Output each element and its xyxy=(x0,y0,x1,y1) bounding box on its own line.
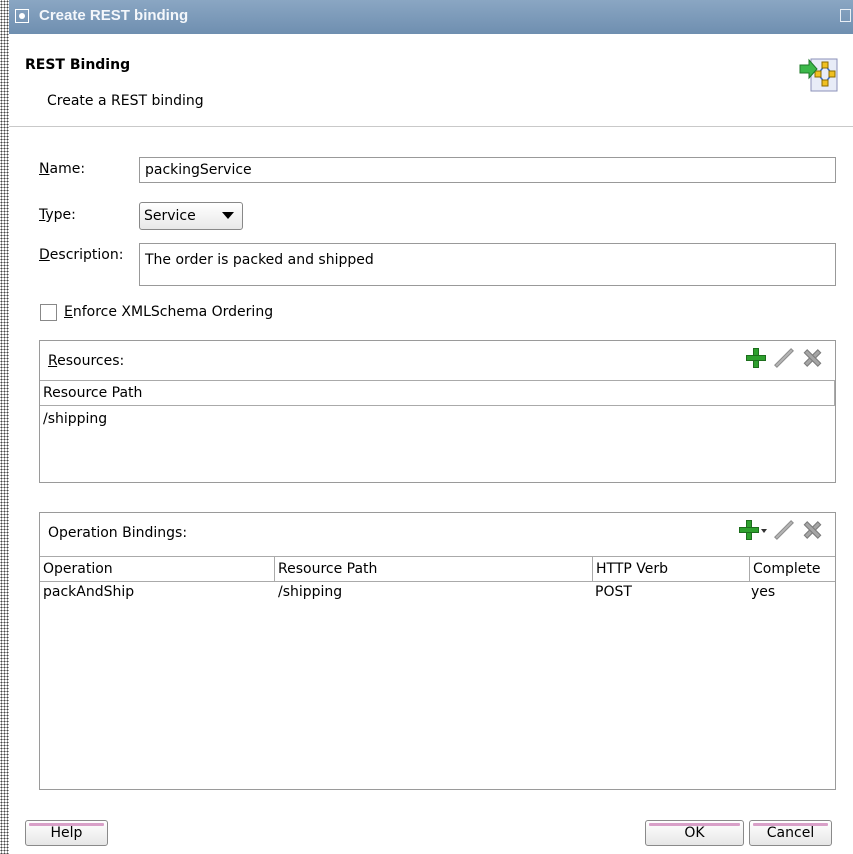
add-dropdown-arrow-icon[interactable] xyxy=(761,519,767,541)
cancel-button-label: Cancel xyxy=(766,825,815,841)
chevron-down-icon xyxy=(222,212,234,219)
add-resource-icon[interactable] xyxy=(745,347,767,369)
operation-table-header: Operation Resource Path HTTP Verb Comple… xyxy=(40,556,835,582)
enforce-xmlschema-label[interactable]: Enforce XMLSchema Ordering xyxy=(64,304,273,320)
delete-resource-icon[interactable] xyxy=(801,347,823,369)
table-cell[interactable]: /shipping xyxy=(43,411,107,427)
name-label: Name: xyxy=(39,161,86,177)
help-button[interactable]: Help xyxy=(25,820,108,846)
column-http-verb[interactable]: HTTP Verb xyxy=(593,557,750,581)
column-complete[interactable]: Complete xyxy=(750,557,835,581)
maximize-icon[interactable] xyxy=(840,9,851,22)
type-dropdown-value: Service xyxy=(144,208,196,224)
button-accent xyxy=(753,823,828,826)
column-operation[interactable]: Operation xyxy=(40,557,275,581)
window-title: Create REST binding xyxy=(39,7,189,24)
button-accent xyxy=(649,823,740,826)
table-cell: /shipping xyxy=(278,584,343,600)
table-cell: yes xyxy=(751,584,776,600)
header-title: REST Binding xyxy=(25,57,131,73)
enforce-xmlschema-checkbox[interactable] xyxy=(40,304,57,321)
operation-bindings-panel: Operation Bindings: Operation Resource P… xyxy=(39,512,836,790)
window-menu-icon[interactable] xyxy=(15,9,29,23)
dialog-left-edge xyxy=(0,0,9,854)
help-button-label: Help xyxy=(50,825,83,841)
button-accent xyxy=(29,823,104,826)
table-cell: packAndShip xyxy=(43,584,135,600)
column-resource-path[interactable]: Resource Path xyxy=(275,557,593,581)
name-field[interactable]: packingService xyxy=(139,157,836,183)
type-label: Type: xyxy=(39,207,76,223)
wizard-rest-icon xyxy=(799,58,838,92)
type-dropdown[interactable]: Service xyxy=(139,202,243,230)
dialog-header: REST Binding Create a REST binding xyxy=(9,34,853,127)
resources-label: Resources: xyxy=(48,353,125,369)
edit-resource-icon[interactable] xyxy=(773,347,795,369)
resources-toolbar xyxy=(745,347,823,369)
resources-panel: Resources: Resource Path /shipping xyxy=(39,340,836,483)
column-resource-path[interactable]: Resource Path xyxy=(40,381,835,405)
operation-bindings-toolbar xyxy=(738,519,823,541)
ok-button[interactable]: OK xyxy=(645,820,744,846)
ok-button-label: OK xyxy=(684,825,705,841)
description-field[interactable]: The order is packed and shipped xyxy=(139,243,836,286)
edit-operation-icon[interactable] xyxy=(773,519,795,541)
description-label: Description: xyxy=(39,247,124,263)
add-operation-icon[interactable] xyxy=(738,519,760,541)
window-titlebar[interactable]: Create REST binding xyxy=(9,0,853,35)
operation-bindings-label: Operation Bindings: xyxy=(48,525,188,541)
delete-operation-icon[interactable] xyxy=(801,519,823,541)
cancel-button[interactable]: Cancel xyxy=(749,820,832,846)
header-subtitle: Create a REST binding xyxy=(47,93,204,109)
table-cell: POST xyxy=(595,584,632,600)
resources-table-header: Resource Path xyxy=(40,380,835,406)
